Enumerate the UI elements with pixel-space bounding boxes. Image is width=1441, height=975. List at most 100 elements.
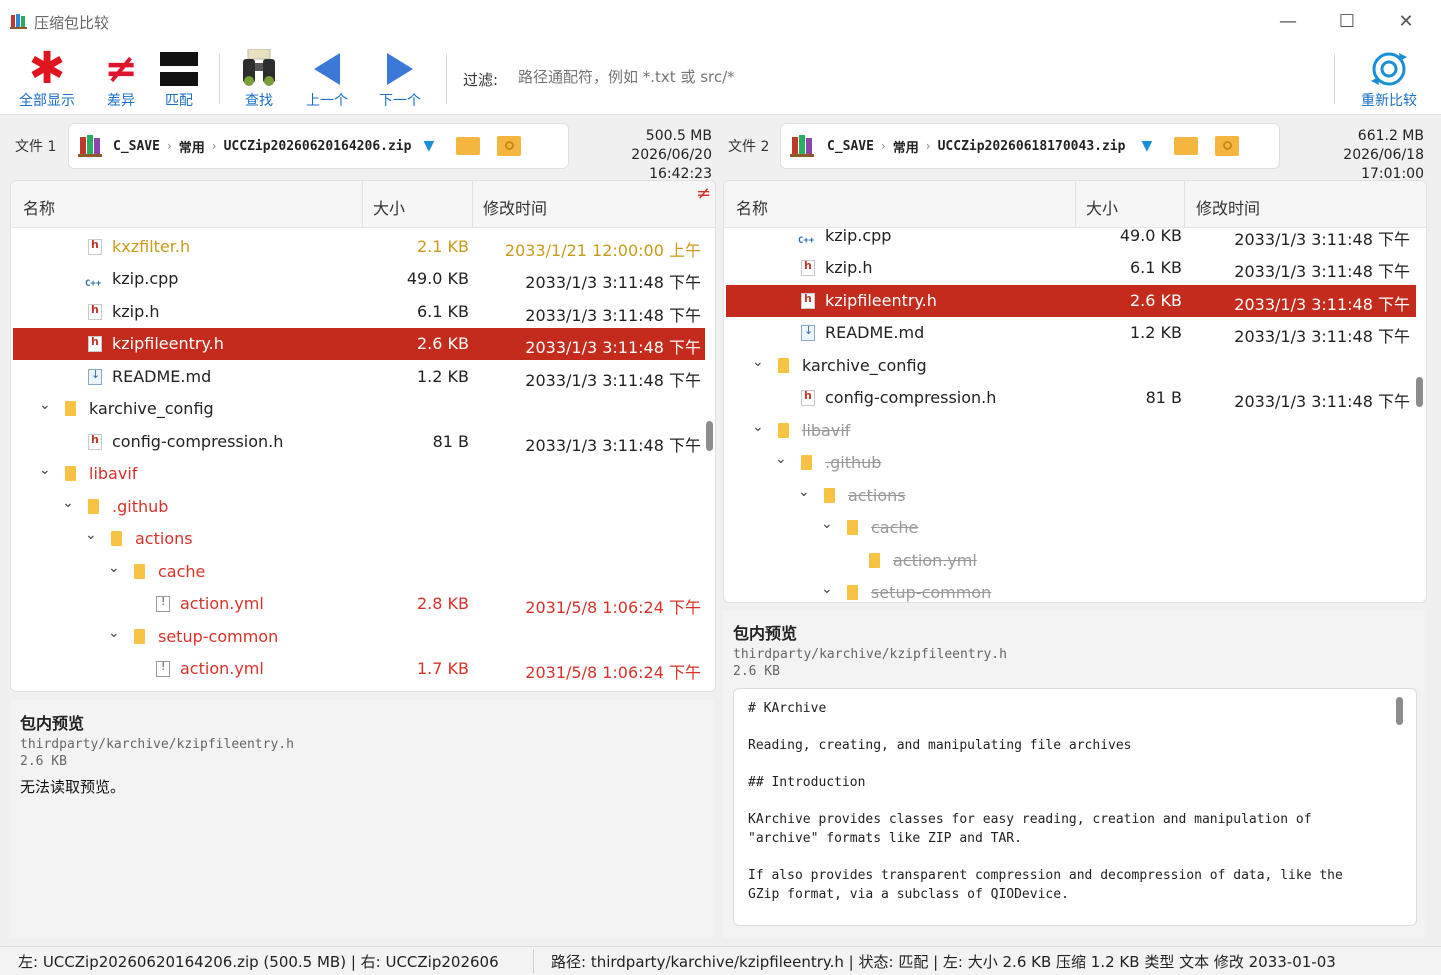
- left-tree-panel[interactable]: 名称 大小 修改时间 ≠ kxzfilter.h 2.1 KB 2033/1/2…: [10, 180, 716, 692]
- left-path-box[interactable]: C_SAVE › 常用 › UCCZip20260620164206.zip ▼: [68, 123, 569, 169]
- preview-path: thirdparty/karchive/kzipfileentry.h: [733, 647, 1007, 662]
- column-name-header[interactable]: 名称: [736, 195, 768, 219]
- tree-row[interactable]: kzip.h 6.1 KB 2033/1/3 3:11:48 下午: [13, 296, 705, 328]
- folder-open-icon[interactable]: [456, 137, 481, 155]
- tree-row[interactable]: ⌄ setup-common: [13, 621, 705, 653]
- chevron-down-icon[interactable]: ⌄: [108, 560, 120, 576]
- tree-row[interactable]: ⌄ setup-common: [726, 577, 1416, 602]
- left-tree-scrollbar[interactable]: [706, 421, 713, 451]
- chevron-down-icon[interactable]: ⌄: [62, 495, 74, 511]
- tree-row[interactable]: kzip.h 6.1 KB 2033/1/3 3:11:48 下午: [726, 252, 1416, 284]
- right-crumb-root[interactable]: C_SAVE: [827, 139, 874, 154]
- tree-row[interactable]: ⌄ libavif: [13, 458, 705, 490]
- tree-row[interactable]: C++ kzip.cpp 49.0 KB 2033/1/3 3:11:48 下午: [726, 220, 1416, 252]
- dropdown-arrow-icon[interactable]: ▼: [1141, 138, 1152, 154]
- preview-path: thirdparty/karchive/kzipfileentry.h: [20, 737, 294, 752]
- preview-line: If also provides transparent compression…: [748, 868, 1343, 883]
- minimize-button[interactable]: —: [1266, 8, 1310, 36]
- tree-row[interactable]: ⌄ cache: [726, 512, 1416, 544]
- row-time: 2033/1/3 3:11:48 下午: [1234, 295, 1410, 314]
- folder-open-icon[interactable]: [1174, 137, 1199, 155]
- tree-row[interactable]: ⌄ cache: [13, 556, 705, 588]
- recompare-label: 重新比较: [1361, 93, 1417, 109]
- filter-input[interactable]: [508, 58, 1328, 96]
- show-all-button[interactable]: ✱ 全部显示: [14, 47, 80, 112]
- right-tree-panel[interactable]: 名称 大小 修改时间 C++ kzip.cpp 49.0 KB 2033/1/3…: [723, 180, 1427, 603]
- chevron-down-icon[interactable]: ⌄: [39, 462, 51, 478]
- dropdown-arrow-icon[interactable]: ▼: [423, 138, 434, 154]
- tree-row-selected[interactable]: kzipfileentry.h 2.6 KB 2033/1/3 3:11:48 …: [13, 328, 705, 360]
- chevron-down-icon[interactable]: ⌄: [775, 451, 787, 467]
- left-crumb-folder[interactable]: 常用: [179, 137, 205, 156]
- tree-row[interactable]: ⌄ libavif: [726, 415, 1416, 447]
- chevron-down-icon[interactable]: ⌄: [39, 397, 51, 413]
- tree-row[interactable]: config-compression.h 81 B 2033/1/3 3:11:…: [726, 382, 1416, 414]
- tree-row[interactable]: ⌄ .github: [13, 491, 705, 523]
- h-file-icon: [801, 292, 815, 313]
- preview-line: ## Introduction: [748, 775, 866, 790]
- tree-row[interactable]: action.yml 2.8 KB 2031/5/8 1:06:24 下午: [13, 588, 705, 620]
- maximize-button[interactable]: ☐: [1325, 8, 1369, 36]
- preview-scrollbar[interactable]: [1396, 697, 1403, 725]
- tree-row[interactable]: ⌄ karchive_config: [726, 350, 1416, 382]
- tree-row[interactable]: action.yml: [726, 545, 1416, 577]
- status-bar: 左: UCCZip20260620164206.zip (500.5 MB) |…: [0, 946, 1441, 975]
- chevron-down-icon[interactable]: ⌄: [821, 516, 833, 532]
- diff-button[interactable]: ≠ 差异: [98, 48, 144, 112]
- h-file-icon: [88, 303, 102, 324]
- tree-row[interactable]: ⌄ .github: [726, 447, 1416, 479]
- column-size-header[interactable]: 大小: [1086, 195, 1118, 219]
- row-name: kzip.cpp: [825, 226, 892, 245]
- column-divider[interactable]: [362, 181, 363, 227]
- row-name: karchive_config: [802, 356, 927, 375]
- folder-icon: [65, 401, 76, 420]
- tree-row[interactable]: ⌄ karchive_config: [13, 393, 705, 425]
- tree-row[interactable]: kxzfilter.h 2.1 KB 2033/1/21 12:00:00 上午: [13, 231, 705, 263]
- match-button[interactable]: 匹配: [156, 48, 202, 112]
- folder-settings-icon[interactable]: [1215, 136, 1240, 156]
- chevron-down-icon[interactable]: ⌄: [821, 581, 833, 597]
- tree-row[interactable]: README.md 1.2 KB 2033/1/3 3:11:48 下午: [726, 317, 1416, 349]
- previous-button[interactable]: 上一个: [300, 48, 354, 112]
- chevron-down-icon[interactable]: ⌄: [798, 484, 810, 500]
- column-size-header[interactable]: 大小: [373, 195, 405, 219]
- find-button[interactable]: 查找: [234, 48, 284, 112]
- left-tree-header: 名称 大小 修改时间 ≠: [11, 181, 715, 228]
- chevron-down-icon[interactable]: ⌄: [752, 354, 764, 370]
- chevron-down-icon[interactable]: ⌄: [85, 527, 97, 543]
- right-path-box[interactable]: C_SAVE › 常用 › UCCZip20260618170043.zip ▼: [780, 123, 1280, 169]
- left-crumb-file[interactable]: UCCZip20260620164206.zip: [224, 139, 412, 154]
- right-preview-panel: 包内预览 thirdparty/karchive/kzipfileentry.h…: [723, 610, 1425, 938]
- right-file-date: 2026/06/18 17:01:00: [1343, 147, 1424, 182]
- tree-row[interactable]: ⌄ actions: [726, 480, 1416, 512]
- preview-text: # KArchive Reading, creating, and manipul…: [748, 699, 1343, 904]
- column-time-header[interactable]: 修改时间: [483, 195, 547, 219]
- recompare-button[interactable]: 重新比较: [1354, 48, 1424, 112]
- right-crumb-file[interactable]: UCCZip20260618170043.zip: [938, 139, 1126, 154]
- column-divider[interactable]: [472, 181, 473, 227]
- chevron-down-icon[interactable]: ⌄: [108, 625, 120, 641]
- row-name: .github: [112, 497, 169, 516]
- column-name-header[interactable]: 名称: [23, 195, 55, 219]
- chevron-down-icon[interactable]: ⌄: [752, 419, 764, 435]
- tree-row[interactable]: C++ kzip.cpp 49.0 KB 2033/1/3 3:11:48 下午: [13, 263, 705, 295]
- tree-row[interactable]: README.md 1.2 KB 2033/1/3 3:11:48 下午: [13, 361, 705, 393]
- row-name: kzip.h: [112, 302, 160, 321]
- column-time-header[interactable]: 修改时间: [1196, 195, 1260, 219]
- right-crumb-folder[interactable]: 常用: [893, 137, 919, 156]
- preview-text-area[interactable]: # KArchive Reading, creating, and manipul…: [733, 688, 1417, 926]
- row-name: kxzfilter.h: [112, 237, 191, 256]
- next-button[interactable]: 下一个: [373, 48, 427, 112]
- close-button[interactable]: ✕: [1384, 8, 1428, 36]
- left-crumb-root[interactable]: C_SAVE: [113, 139, 160, 154]
- row-time: 2033/1/3 3:11:48 下午: [1234, 327, 1410, 346]
- tree-row[interactable]: action.yml 1.7 KB 2031/5/8 1:06:24 下午: [13, 653, 705, 685]
- row-time: 2033/1/3 3:11:48 下午: [1234, 230, 1410, 249]
- tree-row[interactable]: ⌄ actions: [13, 523, 705, 555]
- tree-row[interactable]: config-compression.h 81 B 2033/1/3 3:11:…: [13, 426, 705, 458]
- toolbar-separator: [1334, 54, 1335, 104]
- match-label: 匹配: [165, 93, 193, 109]
- right-tree-scrollbar[interactable]: [1416, 377, 1423, 407]
- tree-row-selected[interactable]: kzipfileentry.h 2.6 KB 2033/1/3 3:11:48 …: [726, 285, 1416, 317]
- folder-settings-icon[interactable]: [497, 136, 522, 156]
